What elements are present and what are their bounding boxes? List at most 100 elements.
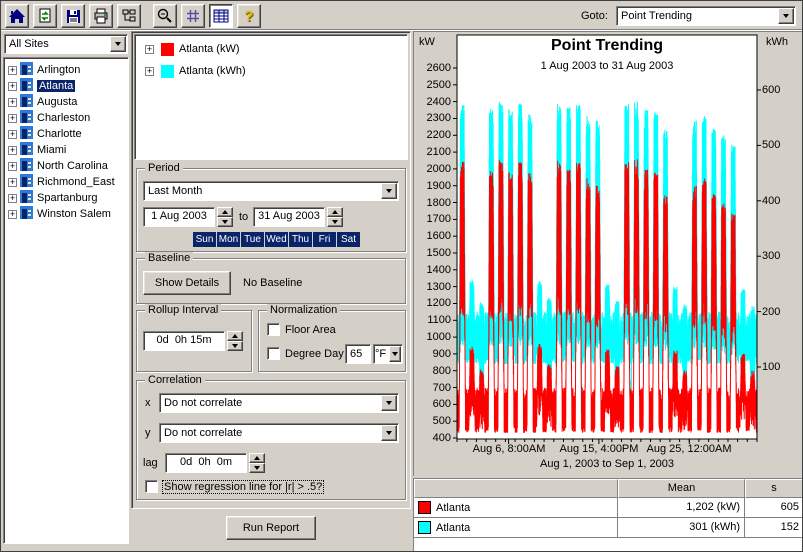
site-filter-dropdown[interactable]: All Sites [4, 34, 128, 54]
home-icon [8, 8, 26, 24]
spin-down-icon[interactable] [327, 217, 343, 227]
sidebar-item-richmond-east[interactable]: + Richmond_East [4, 174, 128, 190]
expand-icon[interactable]: + [8, 66, 17, 75]
goto-dropdown-value: Point Trending [617, 8, 777, 24]
sidebar-item-north-carolina[interactable]: + North Carolina [4, 158, 128, 174]
regression-checkbox[interactable] [145, 480, 158, 493]
sidebar-item-label: Winston Salem [37, 208, 111, 220]
y-left-tick-label: 1400 [414, 264, 451, 276]
help-button[interactable]: ? [237, 4, 261, 28]
spin-up-icon[interactable] [217, 207, 233, 217]
expand-icon[interactable]: + [145, 67, 154, 76]
period-group-title: Period [145, 162, 183, 174]
stats-row-kwh[interactable]: Atlanta 301 (kWh) 152 [414, 518, 803, 538]
y-left-tick-label: 2600 [414, 62, 451, 74]
spin-down-icon[interactable] [249, 463, 265, 473]
stats-row-kw[interactable]: Atlanta 1,202 (kW) 605 [414, 498, 803, 518]
weekday-wed-button[interactable]: Wed [265, 232, 288, 247]
end-date-field[interactable]: 31 Aug 2003 [253, 207, 325, 227]
goto-dropdown-arrow-icon[interactable] [778, 8, 794, 24]
rollup-interval-spinner[interactable] [227, 331, 243, 351]
expand-icon[interactable]: + [8, 146, 17, 155]
show-details-button[interactable]: Show Details [143, 271, 231, 295]
weekday-fri-button[interactable]: Fri [313, 232, 336, 247]
spin-down-icon[interactable] [217, 217, 233, 227]
correlate-x-arrow-icon[interactable] [381, 395, 397, 411]
legend-item-kwh[interactable]: + Atlanta (kWh) [135, 60, 407, 82]
period-preset-arrow-icon[interactable] [381, 183, 397, 199]
grid-button[interactable] [181, 4, 205, 28]
zoom-button[interactable] [153, 4, 177, 28]
spin-up-icon[interactable] [249, 453, 265, 463]
start-date-field[interactable]: 1 Aug 2003 [143, 207, 215, 227]
regression-label: Show regression line for |r| > .5? [163, 481, 323, 493]
sidebar-item-atlanta[interactable]: + Atlanta [4, 78, 128, 94]
y-left-tick-label: 2500 [414, 79, 451, 91]
lag-field[interactable]: 0d 0h 0m [165, 453, 247, 473]
expand-icon[interactable]: + [8, 210, 17, 219]
y-right-tick-label: 100 [762, 361, 802, 373]
sidebar-item-winston-salem[interactable]: + Winston Salem [4, 206, 128, 222]
floor-area-checkbox[interactable] [267, 323, 280, 336]
start-date-spinner[interactable] [217, 207, 233, 227]
degree-day-checkbox[interactable] [267, 347, 280, 360]
home-button[interactable] [5, 4, 29, 28]
save-button[interactable] [61, 4, 85, 28]
series-color-swatch [418, 501, 431, 514]
rollup-interval-field[interactable]: 0d 0h 15m [143, 331, 225, 351]
sidebar-item-arlington[interactable]: + Arlington [4, 62, 128, 78]
expand-icon[interactable]: + [8, 114, 17, 123]
legend-item-kw[interactable]: + Atlanta (kW) [135, 38, 407, 60]
weekday-sat-button[interactable]: Sat [337, 232, 360, 247]
expand-icon[interactable]: + [8, 178, 17, 187]
lag-spinner[interactable] [249, 453, 265, 473]
degree-day-value-input[interactable] [345, 344, 371, 364]
normalization-group-title: Normalization [267, 304, 340, 316]
site-tree-button[interactable] [117, 4, 141, 28]
weekday-selector: SunMonTueWedThuFriSat [193, 232, 361, 247]
site-tree-icon [121, 8, 137, 24]
y-right-tick-label: 200 [762, 306, 802, 318]
degree-unit-dropdown[interactable]: °F [373, 344, 403, 364]
refresh-button[interactable] [33, 4, 57, 28]
sidebar-item-augusta[interactable]: + Augusta [4, 94, 128, 110]
run-report-button[interactable]: Run Report [226, 516, 316, 540]
sidebar-item-label: Richmond_East [37, 176, 115, 188]
y-left-tick-label: 1500 [414, 247, 451, 259]
correlate-x-label: x [145, 397, 151, 409]
weekday-thu-button[interactable]: Thu [289, 232, 312, 247]
expand-icon[interactable]: + [8, 82, 17, 91]
rollup-interval-group: Rollup Interval 0d 0h 15m [136, 310, 252, 372]
correlate-y-dropdown[interactable]: Do not correlate [159, 423, 399, 443]
expand-icon[interactable]: + [8, 130, 17, 139]
weekday-mon-button[interactable]: Mon [217, 232, 240, 247]
sidebar-item-miami[interactable]: + Miami [4, 142, 128, 158]
degree-unit-arrow-icon[interactable] [389, 346, 401, 362]
stats-row-name: Atlanta [436, 502, 470, 514]
expand-icon[interactable]: + [8, 162, 17, 171]
end-date-spinner[interactable] [327, 207, 343, 227]
y-left-tick-label: 700 [414, 382, 451, 394]
expand-icon[interactable]: + [8, 194, 17, 203]
sidebar-item-charleston[interactable]: + Charleston [4, 110, 128, 126]
sidebar-item-charlotte[interactable]: + Charlotte [4, 126, 128, 142]
spin-up-icon[interactable] [227, 331, 243, 341]
correlate-y-arrow-icon[interactable] [381, 425, 397, 441]
expand-icon[interactable]: + [145, 45, 154, 54]
print-button[interactable] [89, 4, 113, 28]
site-filter-arrow-icon[interactable] [110, 36, 126, 52]
weekday-sun-button[interactable]: Sun [193, 232, 216, 247]
spin-down-icon[interactable] [227, 341, 243, 351]
y-left-tick-label: 1900 [414, 180, 451, 192]
stats-header-s: s [745, 479, 803, 498]
period-preset-dropdown[interactable]: Last Month [143, 181, 399, 201]
correlate-x-dropdown[interactable]: Do not correlate [159, 393, 399, 413]
sidebar-item-spartanburg[interactable]: + Spartanburg [4, 190, 128, 206]
y-left-tick-label: 800 [414, 365, 451, 377]
expand-icon[interactable]: + [8, 98, 17, 107]
sidebar-item-label: North Carolina [37, 160, 108, 172]
spin-up-icon[interactable] [327, 207, 343, 217]
goto-dropdown[interactable]: Point Trending [616, 6, 796, 26]
table-view-button[interactable] [209, 4, 233, 28]
weekday-tue-button[interactable]: Tue [241, 232, 264, 247]
